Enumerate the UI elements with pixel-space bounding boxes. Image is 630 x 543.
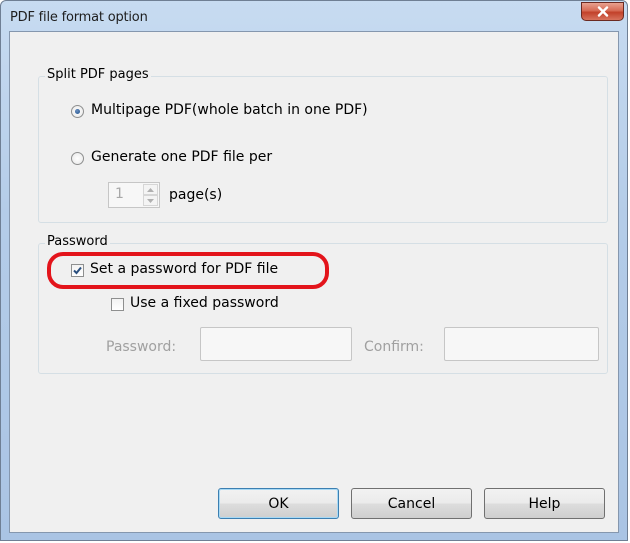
pages-per-file-value: 1	[115, 186, 124, 202]
radio-selected-dot	[75, 109, 80, 114]
one-pdf-per-page-label[interactable]: Generate one PDF file per	[91, 149, 272, 165]
confirm-field-label: Confirm:	[364, 339, 424, 355]
confirm-password-input[interactable]	[444, 327, 599, 361]
close-button[interactable]	[581, 2, 624, 21]
window-title: PDF file format option	[10, 10, 148, 25]
spin-up-button[interactable]	[143, 184, 158, 195]
split-pdf-pages-label: Split PDF pages	[45, 67, 151, 82]
help-button[interactable]: Help	[484, 488, 605, 519]
dialog-window: PDF file format option Split PDF pages M…	[0, 0, 628, 541]
title-bar[interactable]: PDF file format option	[1, 1, 627, 31]
use-fixed-password-label[interactable]: Use a fixed password	[130, 295, 279, 311]
password-group-label: Password	[45, 234, 110, 249]
password-field-label: Password:	[106, 339, 177, 355]
multipage-pdf-radio[interactable]	[71, 105, 84, 118]
spin-up-arrow-icon	[147, 187, 154, 192]
close-icon	[597, 2, 609, 21]
checkmark-icon	[73, 266, 82, 275]
spin-down-arrow-icon	[147, 198, 154, 203]
multipage-pdf-label[interactable]: Multipage PDF(whole batch in one PDF)	[91, 102, 368, 118]
use-fixed-password-checkbox[interactable]	[111, 298, 124, 311]
cancel-button[interactable]: Cancel	[351, 488, 472, 519]
set-password-checkbox[interactable]	[71, 264, 84, 277]
pages-unit-label: page(s)	[169, 187, 223, 203]
password-input[interactable]	[200, 327, 352, 361]
dialog-client-area: Split PDF pages Multipage PDF(whole batc…	[9, 31, 619, 533]
one-pdf-per-page-radio[interactable]	[71, 152, 84, 165]
ok-button[interactable]: OK	[218, 488, 339, 519]
spin-down-button[interactable]	[143, 195, 158, 206]
pages-per-file-spinner[interactable]: 1	[108, 182, 160, 208]
set-password-label[interactable]: Set a password for PDF file	[90, 261, 278, 277]
